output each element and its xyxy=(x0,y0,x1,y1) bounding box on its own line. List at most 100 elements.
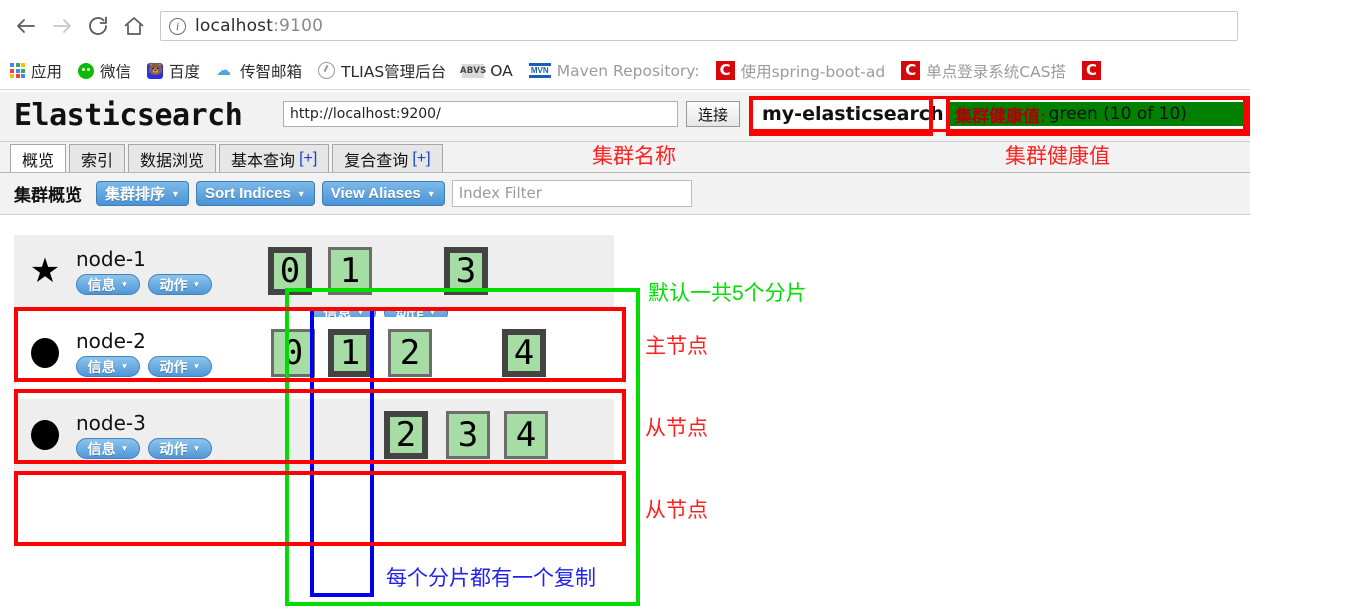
chevron-down-icon: ▼ xyxy=(356,308,365,317)
wechat-icon xyxy=(78,62,95,79)
button-label: Sort Indices xyxy=(204,185,291,202)
cluster-name-note: 集群名称 xyxy=(592,145,676,168)
shard-cell[interactable]: 4 xyxy=(504,411,548,459)
tab-label: 索引 xyxy=(81,152,114,170)
sort-indices-button[interactable]: Sort Indices ▼ xyxy=(195,181,315,206)
node-row: node-2 信息 ▼ 动作 ▼ 0 1 2 4 xyxy=(14,317,614,389)
chevron-down-icon: ▼ xyxy=(120,362,129,371)
chevron-down-icon: ▼ xyxy=(426,188,436,199)
node3-role-note: 从节点 xyxy=(645,499,708,522)
back-arrow-icon[interactable] xyxy=(8,8,44,44)
button-label: 集群排序 xyxy=(105,186,166,203)
node-action-button[interactable]: 动作 ▼ xyxy=(148,274,212,295)
address-bar[interactable]: i localhost:9100 xyxy=(160,11,1238,41)
tab-label: 概览 xyxy=(22,152,55,170)
forward-arrow-icon[interactable] xyxy=(44,8,80,44)
bookmark-overflow[interactable]: C xyxy=(1082,61,1107,80)
info-icon[interactable]: i xyxy=(169,17,186,35)
tlias-icon xyxy=(318,62,336,79)
shard-cell[interactable]: 3 xyxy=(446,411,490,459)
shard-cell[interactable]: 4 xyxy=(502,329,546,377)
shard-cell[interactable]: 2 xyxy=(388,329,432,377)
cluster-health-label: 集群健康值: xyxy=(955,106,1046,126)
bookmark-baidu[interactable]: 百度 xyxy=(147,60,200,82)
tab-indices[interactable]: 索引 xyxy=(69,144,126,172)
address-bar-url: localhost:9100 xyxy=(195,16,324,36)
bookmarks-bar: 应用 微信 百度 ☁ 传智邮箱 TLIAS管理后台 ABVS OA xyxy=(0,52,1250,90)
es-header: Elasticsearch http://localhost:9200/ 连接 … xyxy=(0,92,1250,142)
shard-cell[interactable]: 0 xyxy=(268,247,312,295)
replica-note: 每个分片都有一个复制 xyxy=(386,567,596,590)
bookmark-tlias[interactable]: TLIAS管理后台 xyxy=(318,60,446,82)
reload-icon[interactable] xyxy=(80,8,116,44)
bookmark-label: TLIAS管理后台 xyxy=(341,62,447,81)
node-info-button[interactable]: 信息 ▼ xyxy=(76,274,140,295)
button-label: 信息 xyxy=(87,276,116,293)
node-info-button[interactable]: 信息 ▼ xyxy=(76,356,140,377)
node-action-button[interactable]: 动作 ▼ xyxy=(148,356,212,377)
index-filter-input[interactable]: Index Filter xyxy=(451,180,692,207)
circle-icon xyxy=(14,420,76,450)
bookmark-mail[interactable]: ☁ 传智邮箱 xyxy=(216,60,302,82)
chevron-down-icon: ▼ xyxy=(192,280,201,289)
tab-composite-query[interactable]: 复合查询 [+] xyxy=(332,144,443,172)
shard-cell[interactable]: 1 xyxy=(328,247,372,295)
node-info: node-1 信息 ▼ 动作 ▼ xyxy=(76,247,266,295)
bookmark-cas[interactable]: C 单点登录系统CAS搭 xyxy=(901,60,1066,82)
bookmark-label: OA xyxy=(490,61,513,80)
node-shards: 0 1 3 xyxy=(266,235,614,307)
node-shards: 2 3 4 xyxy=(266,399,614,471)
node-action-buttons: 信息 ▼ 动作 ▼ xyxy=(76,274,266,295)
node-row: ★ node-1 信息 ▼ 动作 ▼ 0 1 3 xyxy=(14,235,614,307)
star-icon: ★ xyxy=(29,252,61,290)
node-info-button[interactable]: 信息 ▼ xyxy=(76,438,140,459)
es-connect-url-input[interactable]: http://localhost:9200/ xyxy=(283,101,678,127)
bookmark-springboot[interactable]: C 使用spring-boot-ad xyxy=(715,60,886,82)
cluster-overview-title: 集群概览 xyxy=(14,186,82,205)
cluster-health-note: 集群健康值 xyxy=(1005,145,1110,168)
tab-overview[interactable]: 概览 xyxy=(10,144,67,172)
bookmark-wechat[interactable]: 微信 xyxy=(78,60,131,82)
node2-role-note: 从节点 xyxy=(645,417,708,440)
view-aliases-button[interactable]: View Aliases ▼ xyxy=(321,181,445,206)
total-shards-note: 默认一共5个分片 xyxy=(648,282,807,305)
connect-button[interactable]: 连接 xyxy=(686,101,740,127)
bookmark-label: Maven Repository: xyxy=(556,61,700,80)
sort-cluster-button[interactable]: 集群排序 ▼ xyxy=(96,181,189,206)
apps-grid-icon xyxy=(10,63,25,78)
shard-cell[interactable]: 1 xyxy=(328,329,372,377)
bookmark-oa[interactable]: ABVS OA xyxy=(460,61,513,80)
es-toolbar: 集群概览 集群排序 ▼ Sort Indices ▼ View Aliases … xyxy=(0,173,1250,215)
node-action-button[interactable]: 动作 ▼ xyxy=(148,438,212,459)
node-row: node-3 信息 ▼ 动作 ▼ 2 3 4 xyxy=(14,399,614,471)
bookmark-label: 单点登录系统CAS搭 xyxy=(926,62,1067,81)
es-logo: Elasticsearch xyxy=(14,98,243,133)
cluster-overview-body: blog1 size: 486B (972B) docs: 0 (0) 信息 ▼… xyxy=(0,215,1250,611)
maven-icon: MVN xyxy=(528,63,551,78)
csdn-icon: C xyxy=(1082,61,1102,80)
shard-cell[interactable]: 2 xyxy=(384,411,428,459)
tab-label: 数据浏览 xyxy=(140,152,205,170)
bookmark-label: 传智邮箱 xyxy=(240,62,303,81)
chevron-down-icon: ▼ xyxy=(120,444,129,453)
tab-basic-query[interactable]: 基本查询 [+] xyxy=(219,144,330,172)
button-label: 信息 xyxy=(87,440,116,457)
tab-label: 基本查询 xyxy=(231,152,296,170)
cluster-health-value: green (10 of 10) xyxy=(1048,104,1187,124)
bookmark-maven[interactable]: MVN Maven Repository: xyxy=(528,61,700,80)
csdn-icon: C xyxy=(901,61,921,80)
button-label: 动作 xyxy=(159,440,188,457)
chevron-down-icon: ▼ xyxy=(120,280,129,289)
tab-data-browse[interactable]: 数据浏览 xyxy=(128,144,217,172)
shard-cell[interactable]: 3 xyxy=(444,247,488,295)
chevron-down-icon: ▼ xyxy=(171,188,180,199)
circle-icon xyxy=(14,338,76,368)
home-icon[interactable] xyxy=(116,8,152,44)
bookmark-apps[interactable]: 应用 xyxy=(10,60,62,82)
bookmark-label: 使用spring-boot-ad xyxy=(740,62,886,81)
shard-cell[interactable]: 0 xyxy=(271,329,315,377)
browser-chrome: i localhost:9100 应用 微信 百度 ☁ 传智邮箱 xyxy=(0,0,1250,92)
chevron-down-icon: ▼ xyxy=(192,362,201,371)
node-name: node-3 xyxy=(76,411,146,435)
node-name: node-2 xyxy=(76,329,146,353)
